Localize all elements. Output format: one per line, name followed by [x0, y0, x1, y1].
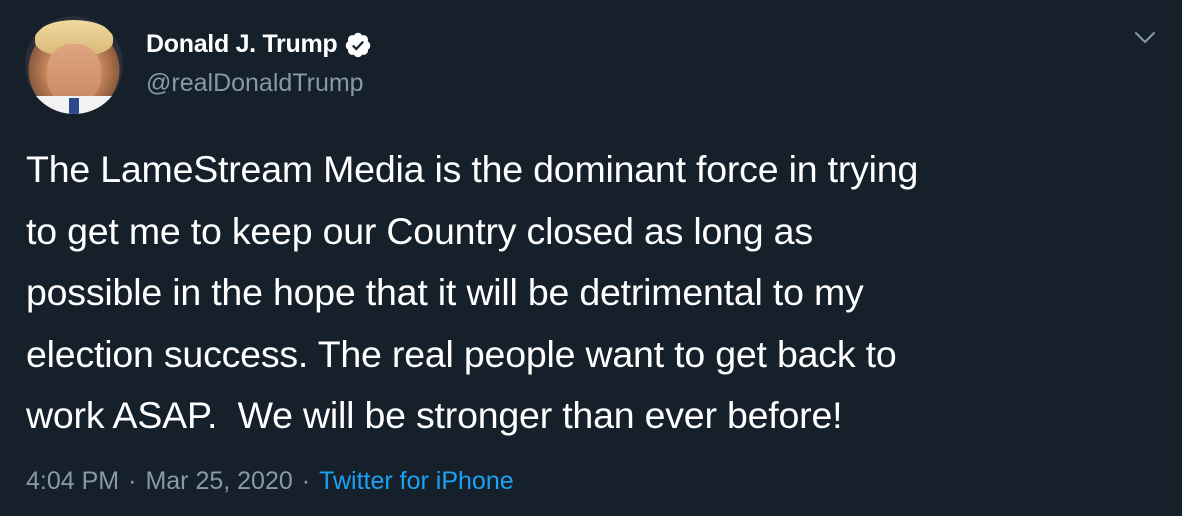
avatar-face: [47, 44, 101, 102]
user-display-name-row[interactable]: Donald J. Trump: [146, 30, 372, 59]
tweet-metadata: 4:04 PM · Mar 25, 2020 · Twitter for iPh…: [26, 467, 514, 496]
tweet-text: The LameStream Media is the dominant for…: [26, 148, 919, 436]
verified-badge-icon: [346, 32, 371, 57]
avatar-tie: [69, 98, 79, 114]
chevron-down-icon[interactable]: [1134, 30, 1156, 46]
user-display-name[interactable]: Donald J. Trump: [146, 30, 338, 59]
user-handle[interactable]: @realDonaldTrump: [146, 69, 364, 98]
meta-separator: ·: [301, 467, 311, 495]
tweet-source-link[interactable]: Twitter for iPhone: [319, 467, 514, 496]
tweet-card: Donald J. Trump @realDonaldTrump The Lam…: [0, 0, 1182, 516]
avatar[interactable]: [25, 16, 123, 114]
meta-separator: ·: [128, 467, 137, 495]
tweet-date[interactable]: Mar 25, 2020: [145, 467, 292, 496]
tweet-time[interactable]: 4:04 PM: [26, 467, 119, 496]
